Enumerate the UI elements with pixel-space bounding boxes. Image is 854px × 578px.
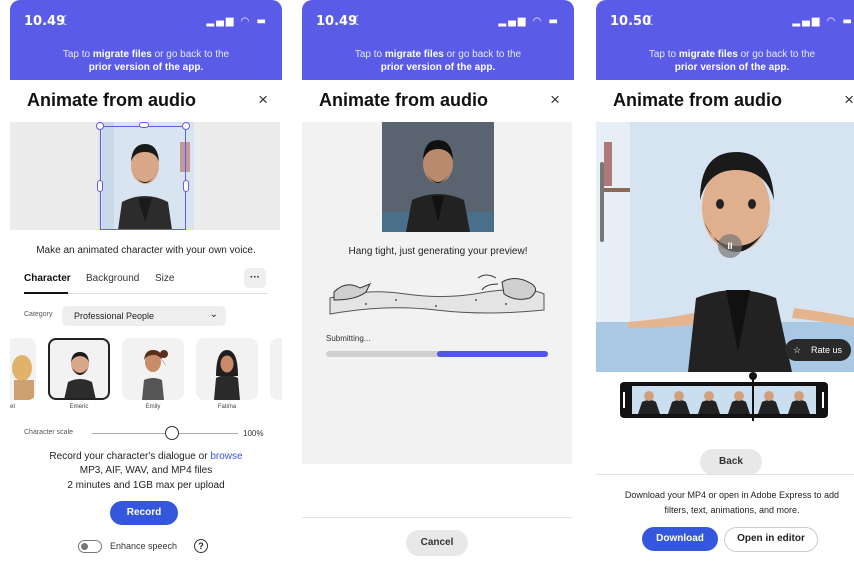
enhance-toggle[interactable] <box>78 540 102 553</box>
status-time: 10.50 <box>610 14 652 29</box>
moon-icon: ☾ <box>60 14 72 29</box>
cancel-button[interactable]: Cancel <box>406 530 468 556</box>
tab-character[interactable]: Character <box>24 273 71 284</box>
character-name: Emily <box>145 404 161 410</box>
resize-handle[interactable] <box>96 122 104 130</box>
rate-us-label: Rate us <box>811 345 843 355</box>
enhance-label: Enhance speech <box>110 541 178 551</box>
more-icon: ··· <box>250 272 260 283</box>
migration-banner[interactable]: 10.50 ☾ ▂▄▆ ◠ ▬ Tap to migrate files or … <box>596 0 854 80</box>
page-title: Animate from audio <box>613 90 783 110</box>
browse-link[interactable]: browse <box>210 451 242 462</box>
progress-fill <box>437 351 548 357</box>
footer-divider <box>596 474 854 475</box>
character-name: Emeric <box>69 404 89 410</box>
rate-us-button[interactable]: ☆ Rate us <box>785 339 851 361</box>
character-card-emily[interactable] <box>122 338 184 400</box>
timeline-strip[interactable] <box>620 382 828 418</box>
subtitle: Make an animated character with your own… <box>36 245 256 256</box>
progress-bar <box>326 351 548 357</box>
playhead-knob[interactable] <box>749 372 757 380</box>
back-button[interactable]: Back <box>700 449 762 475</box>
character-preview-image <box>382 122 494 232</box>
slider-thumb[interactable] <box>165 426 180 440</box>
banner-text: Tap to migrate files or go back to the p… <box>62 49 230 73</box>
pause-icon: II <box>727 241 733 251</box>
character-thumb <box>64 352 96 398</box>
chevron-down-icon: ⌄ <box>209 309 218 320</box>
help-icon[interactable]: ? <box>194 539 208 553</box>
record-instructions: Record your character's dialogue or brow… <box>49 451 243 462</box>
screen-preview-result: 10.50 ☾ ▂▄▆ ◠ ▬ Tap to migrate files or … <box>596 0 854 578</box>
character-card-partial[interactable] <box>10 338 36 400</box>
character-card-emeric[interactable] <box>48 338 110 400</box>
footer-divider <box>302 517 572 518</box>
playhead[interactable] <box>752 375 754 421</box>
signal-wifi-battery-icon: ▂▄▆ ◠ ▬ <box>792 16 854 27</box>
status-time: 10.49 <box>316 14 358 29</box>
category-label: Category <box>24 311 53 318</box>
status-time: 10.49 <box>24 14 66 29</box>
character-preview <box>10 122 280 230</box>
resize-handle[interactable] <box>182 122 190 130</box>
footer-text-line1: Download your MP4 or open in Adobe Expre… <box>624 490 840 500</box>
migration-banner[interactable]: 10.49 ☾ ▂▄▆ ◠ ▬ Tap to migrate files or … <box>10 0 282 80</box>
tab-background[interactable]: Background <box>86 273 139 284</box>
character-thumb <box>142 350 168 400</box>
screen-character-setup: 10.49 ☾ ▂▄▆ ◠ ▬ Tap to migrate files or … <box>10 0 282 578</box>
close-icon[interactable]: × <box>550 90 560 110</box>
loading-illustration <box>329 274 545 315</box>
character-name-partial: et <box>10 404 16 410</box>
category-select[interactable]: Professional People ⌄ <box>62 306 226 326</box>
tab-size[interactable]: Size <box>155 273 174 284</box>
banner-text: Tap to migrate files or go back to the p… <box>354 49 522 73</box>
more-options-button[interactable]: ··· <box>244 268 266 288</box>
scale-label: Character scale <box>24 429 74 436</box>
selection-box[interactable] <box>100 126 186 230</box>
page-title: Animate from audio <box>27 90 197 110</box>
close-icon[interactable]: × <box>258 90 268 110</box>
supported-formats: MP3, AIF, WAV, and MP4 files <box>79 465 213 476</box>
character-card-partial-right[interactable] <box>270 338 282 400</box>
moon-icon: ☾ <box>352 14 364 29</box>
character-card-fatima[interactable] <box>196 338 258 400</box>
open-in-editor-button[interactable]: Open in editor <box>724 527 818 552</box>
record-button[interactable]: Record <box>110 501 178 525</box>
resize-handle[interactable] <box>183 180 189 192</box>
signal-wifi-battery-icon: ▂▄▆ ◠ ▬ <box>498 16 560 27</box>
star-icon: ☆ <box>793 345 802 355</box>
toggle-knob <box>81 542 88 550</box>
progress-label: Submitting... <box>326 334 371 343</box>
close-icon[interactable]: × <box>844 90 854 110</box>
resize-handle[interactable] <box>97 180 103 192</box>
migration-banner[interactable]: 10.49 ☾ ▂▄▆ ◠ ▬ Tap to migrate files or … <box>302 0 574 80</box>
tab-underline <box>24 292 68 294</box>
pause-button[interactable]: II <box>718 234 742 258</box>
timeline-thumbnails <box>623 386 824 414</box>
character-thumb <box>214 350 240 400</box>
signal-wifi-battery-icon: ▂▄▆ ◠ ▬ <box>206 16 268 27</box>
category-value: Professional People <box>74 311 155 321</box>
character-name: Fatima <box>217 404 237 410</box>
page-title: Animate from audio <box>319 90 489 110</box>
scale-value: 100% <box>243 429 264 438</box>
screen-generating: 10.49 ☾ ▂▄▆ ◠ ▬ Tap to migrate files or … <box>302 0 574 578</box>
resize-handle[interactable] <box>139 122 149 128</box>
scale-slider[interactable] <box>92 426 238 440</box>
loading-message: Hang tight, just generating your preview… <box>348 246 528 257</box>
banner-text: Tap to migrate files or go back to the p… <box>648 49 816 73</box>
footer-text-line2: filters, text, animations, and more. <box>664 505 800 515</box>
upload-limits: 2 minutes and 1GB max per upload <box>67 480 225 491</box>
download-button[interactable]: Download <box>642 527 718 551</box>
moon-icon: ☾ <box>646 14 658 29</box>
